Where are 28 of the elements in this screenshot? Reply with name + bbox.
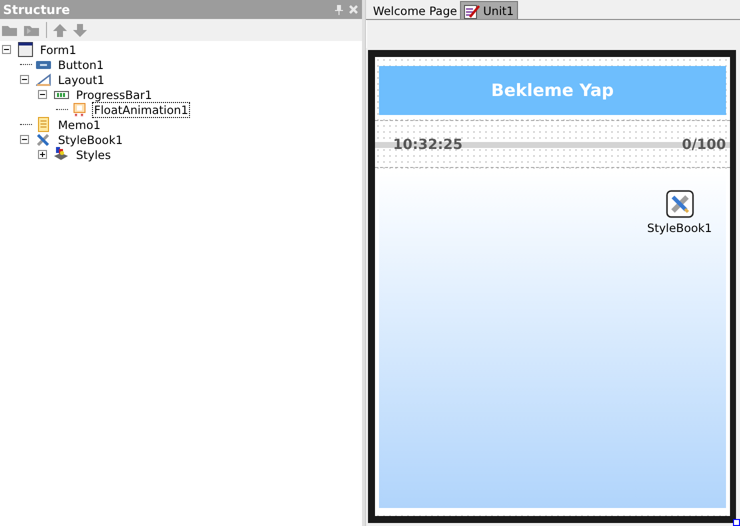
memo[interactable]: StyleBook1 (375, 170, 730, 512)
pencil-ruler-icon[interactable] (666, 190, 694, 218)
tree-item[interactable]: Form1 (38, 42, 78, 58)
form-icon (18, 42, 32, 57)
ruler-icon (36, 73, 50, 86)
tree-item[interactable]: Layout1 (56, 72, 106, 88)
notepad-icon (38, 117, 48, 132)
tree-item[interactable]: FloatAnimation1 (92, 102, 190, 118)
tree-item[interactable]: Button1 (56, 56, 106, 72)
expander-icon[interactable] (2, 45, 11, 54)
tree-item[interactable]: Styles (74, 146, 113, 162)
expander-icon[interactable] (38, 150, 47, 159)
film-icon (72, 102, 86, 116)
resize-handle[interactable] (733, 519, 740, 526)
pencil-ruler-icon (36, 132, 50, 146)
editor-tab[interactable]: Welcome Page (370, 2, 460, 19)
tree-item[interactable]: ProgressBar1 (74, 86, 154, 102)
editor-tab[interactable]: Unit1 (460, 1, 518, 19)
tree-item[interactable]: StyleBook1 (56, 132, 125, 148)
tree-item[interactable]: Memo1 (56, 116, 103, 132)
expander-icon[interactable] (20, 75, 29, 84)
button-icon (36, 60, 50, 68)
expander-icon[interactable] (20, 135, 29, 144)
paint-set-icon (53, 147, 69, 162)
component-label: StyleBook1 (647, 221, 712, 235)
progress-bar-icon (54, 90, 68, 98)
panel-title: Structure (3, 2, 70, 17)
expander-icon[interactable] (38, 90, 47, 99)
